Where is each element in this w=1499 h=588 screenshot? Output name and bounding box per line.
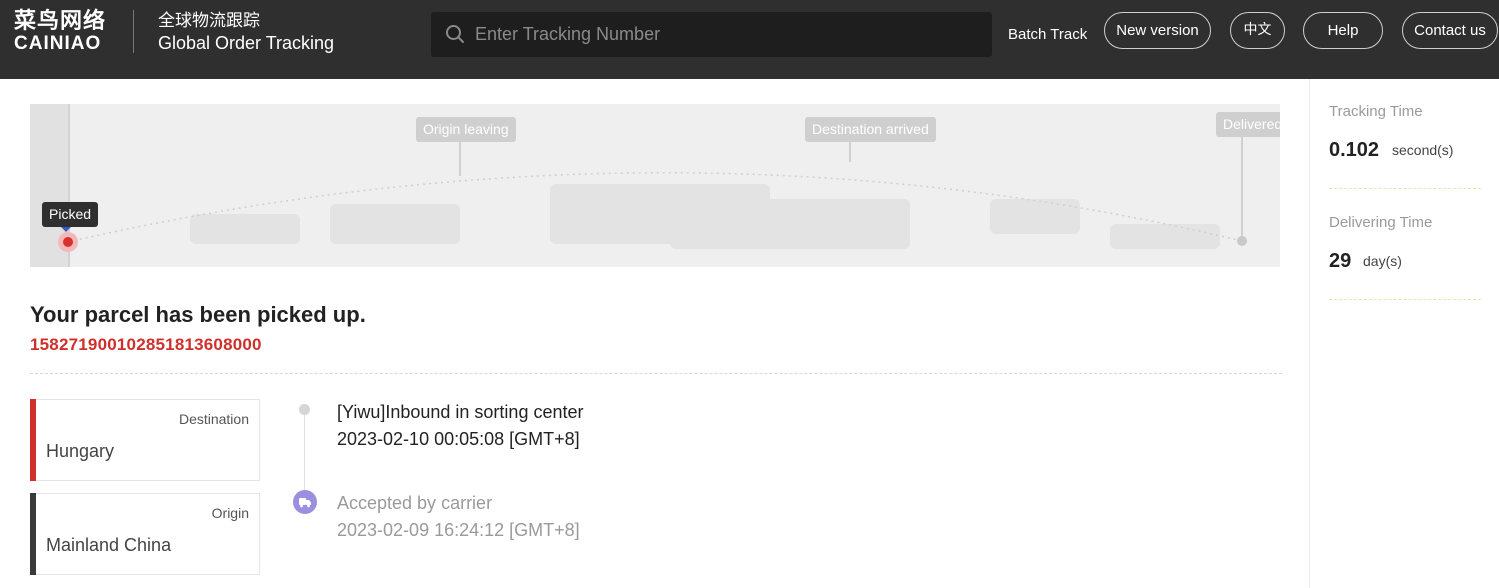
destination-card: Destination Hungary xyxy=(30,399,260,481)
milestone-delivered-stem xyxy=(1241,137,1243,237)
current-stage-tag: Picked xyxy=(42,202,99,227)
tracking-number-input[interactable] xyxy=(475,12,975,57)
current-position-marker xyxy=(63,237,73,247)
brand-title-chinese: 全球物流跟踪 xyxy=(158,11,260,31)
delivering-time-unit: day(s) xyxy=(1363,253,1402,269)
timeline-dot xyxy=(299,404,310,415)
milestone-origin-leaving: Origin leaving xyxy=(416,117,516,142)
contact-us-button[interactable]: Contact us xyxy=(1402,12,1498,49)
origin-value: Mainland China xyxy=(46,535,172,555)
logo-english-text: CAINIAO xyxy=(14,33,102,54)
destination-accent-bar xyxy=(30,399,36,481)
tracking-time-unit: second(s) xyxy=(1392,142,1454,158)
brand-title-english: Global Order Tracking xyxy=(158,33,335,53)
stats-divider xyxy=(1329,299,1481,300)
search-icon[interactable] xyxy=(445,24,465,44)
parcel-status-title: Your parcel has been picked up. xyxy=(30,302,366,327)
tracking-search-box xyxy=(431,12,992,57)
cainiao-logo[interactable]: 菜鸟网络 CAINIAO xyxy=(14,10,106,54)
truck-icon xyxy=(293,490,317,514)
event-time: 2023-02-09 16:24:12 [GMT+8] xyxy=(337,520,580,540)
origin-label: Origin xyxy=(211,505,249,521)
brand-title: 全球物流跟踪 Global Order Tracking xyxy=(158,11,334,54)
tracking-time-label: Tracking Time xyxy=(1329,103,1423,120)
tracking-time-value: 0.102 xyxy=(1329,139,1380,161)
milestone-destination-arrived: Destination arrived xyxy=(805,117,936,142)
tracking-stats-sidebar: Tracking Time 0.102 second(s) Delivering… xyxy=(1309,79,1499,588)
event-description: [Yiwu]Inbound in sorting center xyxy=(337,402,584,422)
language-toggle-button[interactable]: 中文 xyxy=(1230,12,1285,49)
batch-track-link[interactable]: Batch Track xyxy=(1008,26,1087,43)
new-version-button[interactable]: New version xyxy=(1104,12,1211,49)
tracking-number: 15827190010285181360800​0 xyxy=(30,335,262,354)
event-description: Accepted by carrier xyxy=(337,493,493,513)
origin-card: Origin Mainland China xyxy=(30,493,260,575)
section-divider xyxy=(30,373,1282,374)
timeline-connector xyxy=(304,410,305,492)
milestone-origin-stem xyxy=(459,142,461,176)
destination-label: Destination xyxy=(178,411,249,427)
top-header: 菜鸟网络 CAINIAO 全球物流跟踪 Global Order Trackin… xyxy=(0,0,1499,79)
help-button[interactable]: Help xyxy=(1303,12,1383,49)
milestone-destination-stem xyxy=(849,142,851,162)
stats-divider xyxy=(1329,188,1481,189)
milestone-delivered: Delivered xyxy=(1216,112,1280,137)
destination-value: Hungary xyxy=(46,441,115,461)
progress-map: Origin leaving Destination arrived Deliv… xyxy=(30,104,1280,267)
origin-accent-bar xyxy=(30,493,36,575)
world-map-background xyxy=(67,172,1243,249)
logo-divider xyxy=(133,10,134,53)
delivery-endpoint-marker xyxy=(1237,236,1247,246)
delivering-time-label: Delivering Time xyxy=(1329,214,1433,231)
event-time: 2023-02-10 00:05:08 [GMT+8] xyxy=(337,429,580,449)
logo-chinese-text: 菜鸟网络 xyxy=(14,9,107,34)
delivering-time-value: 29 xyxy=(1329,250,1352,272)
